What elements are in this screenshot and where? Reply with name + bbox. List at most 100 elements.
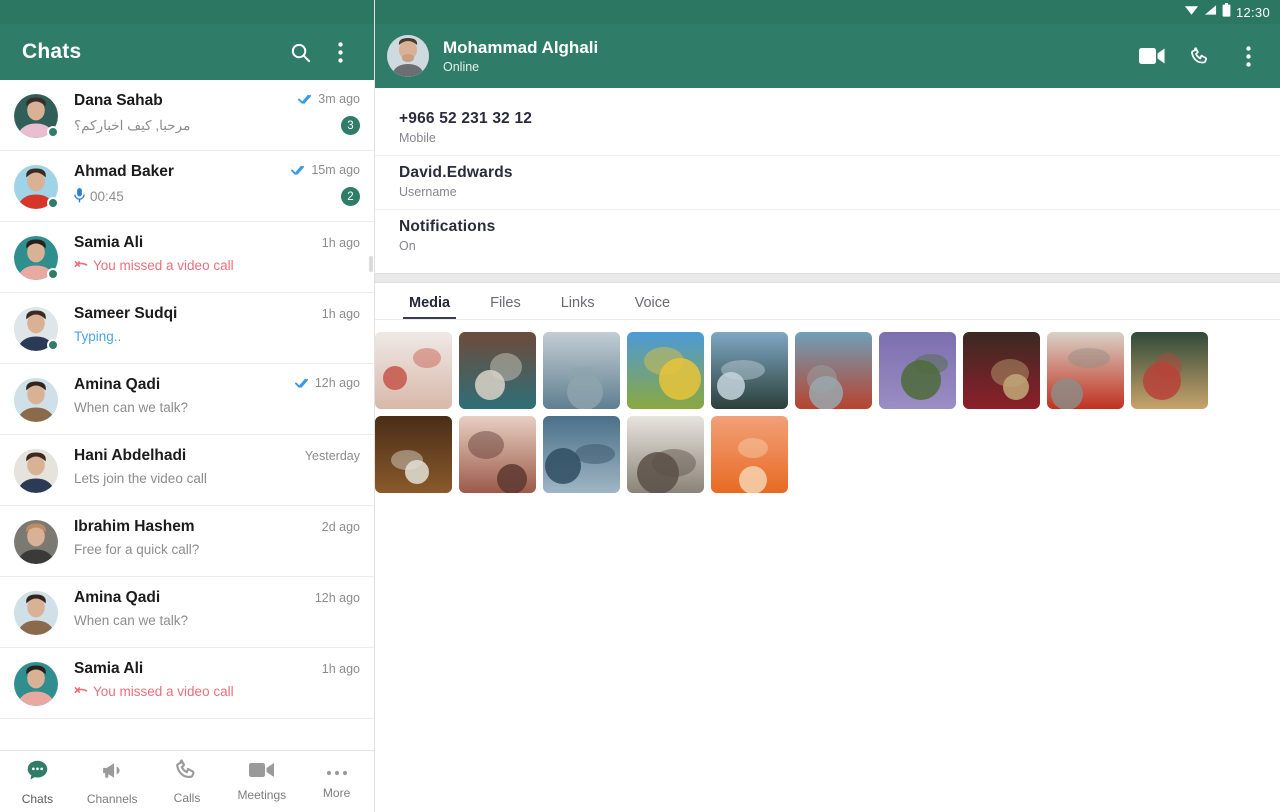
- page-title: Chats: [22, 40, 82, 63]
- contact-presence-status: Online: [443, 60, 480, 75]
- signal-icon: [1204, 3, 1217, 21]
- chat-preview-text: You missed a video call: [74, 684, 360, 699]
- media-tabs: Media Files Links Voice: [375, 283, 1280, 320]
- chat-preview-text: مرحبا, كيف اخباركم؟: [74, 118, 333, 134]
- chat-timestamp: 1h ago: [321, 236, 360, 250]
- scrollbar-thumb[interactable]: [369, 256, 373, 272]
- chat-preview-text: 00:45: [74, 187, 333, 206]
- media-thumbnail[interactable]: [627, 416, 704, 493]
- chat-list-item[interactable]: Samia Ali 1h ago You missed a video call: [0, 222, 374, 293]
- media-thumbnail[interactable]: [459, 416, 536, 493]
- chat-timestamp: 1h ago: [321, 307, 360, 321]
- contact-detail-panel: 12:30 Mohammad Alghali Online +966 52 23…: [375, 0, 1280, 812]
- tab-voice[interactable]: Voice: [615, 283, 690, 319]
- megaphone-icon: [100, 758, 125, 788]
- bottom-nav-item-chats[interactable]: Chats: [0, 758, 75, 806]
- phone-icon: [175, 758, 199, 787]
- chat-contact-name: Ahmad Baker: [74, 163, 174, 180]
- media-thumbnail[interactable]: [795, 332, 872, 409]
- microphone-icon: [74, 187, 85, 206]
- bottom-nav-item-channels[interactable]: Channels: [75, 758, 150, 806]
- chat-timestamp: 2d ago: [321, 520, 360, 534]
- voice-call-button[interactable]: [1182, 38, 1218, 74]
- bottom-nav-label: Meetings: [237, 788, 287, 802]
- avatar: [14, 662, 58, 706]
- missed-call-icon: [74, 684, 88, 699]
- contact-info-label: Mobile: [399, 131, 436, 145]
- read-receipt-icon: [291, 164, 308, 176]
- media-thumbnail[interactable]: [627, 332, 704, 409]
- chat-timestamp: 15m ago: [311, 163, 360, 177]
- chat-contact-name: Samia Ali: [74, 234, 144, 251]
- media-thumbnail[interactable]: [543, 332, 620, 409]
- contact-name: Mohammad Alghali: [443, 37, 599, 57]
- tab-media[interactable]: Media: [389, 283, 470, 319]
- chat-list-item[interactable]: Ibrahim Hashem 2d ago Free for a quick cal…: [0, 506, 374, 577]
- contact-info-row[interactable]: David.Edwards Username: [375, 155, 1280, 209]
- contact-info-value: David.Edwards: [399, 164, 513, 181]
- contact-info-label: Username: [399, 185, 457, 199]
- chat-contact-name: Dana Sahab: [74, 92, 163, 109]
- tab-links[interactable]: Links: [541, 283, 615, 319]
- contact-header-actions: [1134, 38, 1266, 74]
- unread-badge: 2: [341, 187, 360, 206]
- bottom-nav-label: Chats: [21, 791, 54, 806]
- contact-app-bar: Mohammad Alghali Online: [375, 24, 1280, 88]
- bottom-navigation-bar: Chats Channels Calls Meetings More: [0, 750, 374, 812]
- contact-avatar[interactable]: [387, 35, 429, 77]
- battery-icon: [1222, 2, 1231, 22]
- media-thumbnail[interactable]: [1131, 332, 1208, 409]
- media-thumbnail[interactable]: [711, 332, 788, 409]
- chat-list-item[interactable]: Dana Sahab 3m ago مرحبا, كيف اخباركم؟ 3: [0, 80, 374, 151]
- avatar: [14, 94, 59, 138]
- system-status-bar: 12:30: [375, 0, 1280, 24]
- status-bar-clock: 12:30: [1235, 4, 1270, 20]
- sidebar-app-bar: Chats: [0, 24, 374, 80]
- sidebar-status-bar-strip: [0, 0, 374, 24]
- bottom-nav-item-more[interactable]: More: [299, 764, 374, 800]
- contact-info-row[interactable]: Notifications On: [375, 209, 1280, 263]
- chat-preview-label: Free for a quick call?: [74, 542, 200, 557]
- chat-preview-label: You missed a video call: [93, 258, 234, 273]
- chat-list-item[interactable]: Samia Ali 1h ago You missed a video call: [0, 648, 374, 719]
- search-icon[interactable]: [280, 32, 320, 72]
- chat-contact-name: Amina Qadi: [74, 589, 161, 606]
- bottom-nav-item-meetings[interactable]: Meetings: [224, 761, 299, 802]
- section-divider: [375, 273, 1280, 283]
- video-camera-icon: [248, 761, 275, 784]
- contact-info-row[interactable]: +966 52 231 32 12 Mobile: [375, 102, 1280, 155]
- overflow-menu-button[interactable]: [1230, 38, 1266, 74]
- online-status-dot: [47, 126, 59, 138]
- media-thumbnail[interactable]: [711, 416, 788, 493]
- chat-preview-text: When can we talk?: [74, 613, 360, 628]
- chat-preview-text: You missed a video call: [74, 258, 360, 273]
- unread-badge: 3: [341, 116, 360, 135]
- contact-info-value: +966 52 231 32 12: [399, 110, 533, 127]
- video-call-button[interactable]: [1134, 38, 1170, 74]
- bottom-nav-label: Calls: [173, 791, 201, 805]
- bottom-nav-item-calls[interactable]: Calls: [150, 758, 225, 805]
- wifi-icon: [1184, 3, 1199, 21]
- media-thumbnail[interactable]: [459, 332, 536, 409]
- avatar: [14, 236, 59, 280]
- chat-preview-text: Free for a quick call?: [74, 542, 360, 557]
- chat-timestamp: 3m ago: [318, 92, 360, 106]
- chat-preview-label: مرحبا, كيف اخباركم؟: [74, 117, 191, 133]
- chat-list-item[interactable]: Ahmad Baker 15m ago 00:45 2: [0, 151, 374, 222]
- chat-preview-label: You missed a video call: [93, 684, 234, 699]
- read-receipt-icon: [298, 93, 315, 105]
- tab-files[interactable]: Files: [470, 283, 541, 319]
- media-thumbnail[interactable]: [375, 332, 452, 409]
- avatar: [14, 520, 58, 564]
- media-thumbnail[interactable]: [963, 332, 1040, 409]
- media-thumbnail[interactable]: [879, 332, 956, 409]
- avatar: [14, 591, 58, 635]
- chat-preview-label: 00:45: [90, 189, 124, 204]
- media-thumbnail[interactable]: [1047, 332, 1124, 409]
- media-thumbnail-grid: [0, 320, 1256, 493]
- overflow-menu-icon[interactable]: [320, 32, 360, 72]
- media-thumbnail[interactable]: [375, 416, 452, 493]
- contact-info-label: On: [399, 239, 416, 253]
- media-thumbnail[interactable]: [543, 416, 620, 493]
- chat-list-item[interactable]: Amina Qadi 12h ago When can we talk?: [0, 577, 374, 648]
